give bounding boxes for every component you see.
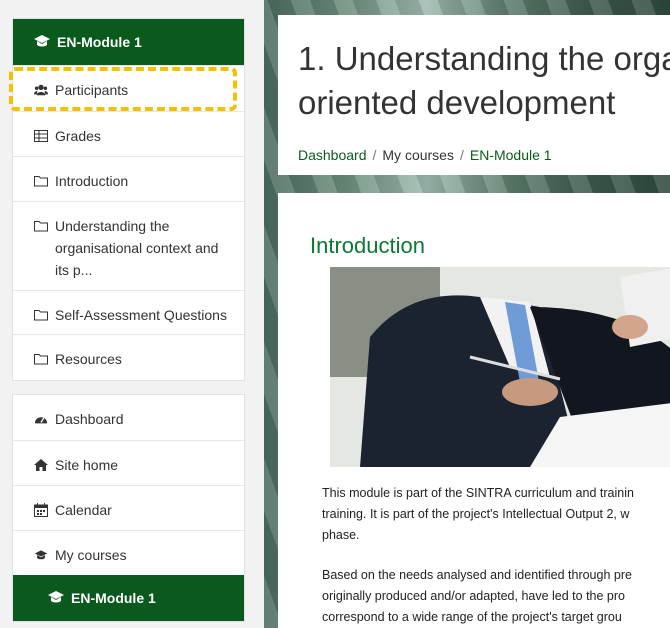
hero-image (330, 267, 670, 467)
sidebar-item-label: Introduction (55, 173, 129, 189)
sidebar-item-label: Resources (55, 351, 122, 367)
paragraph-line: Based on the needs analysed and identifi… (322, 568, 632, 582)
table-icon (33, 128, 49, 144)
home-icon (33, 457, 49, 473)
page-header: 1. Understanding the orga oriented devel… (278, 15, 670, 175)
sidebar-item-my-courses[interactable]: My courses (13, 530, 244, 575)
course-nav-block: EN-Module 1 Participants Grades Introduc… (12, 18, 245, 381)
paragraph-line: correspond to a wide range of the projec… (322, 610, 622, 624)
page-title: 1. Understanding the orga oriented devel… (298, 37, 670, 125)
site-nav-block: Dashboard Site home Calendar My courses … (12, 394, 245, 622)
graduation-cap-icon (47, 590, 65, 607)
sidebar-item-label: My courses (55, 547, 127, 563)
sidebar: EN-Module 1 Participants Grades Introduc… (0, 0, 257, 628)
sidebar-item-dashboard[interactable]: Dashboard (13, 395, 244, 440)
dashboard-icon (33, 411, 49, 427)
folder-icon (33, 173, 49, 189)
page-title-line1: 1. Understanding the orga (298, 40, 670, 77)
folder-icon (33, 307, 49, 323)
folder-icon (33, 351, 49, 367)
sidebar-item-understanding[interactable]: Understanding the organisational context… (13, 201, 244, 290)
paragraph-line: This module is part of the SINTRA curric… (322, 486, 634, 500)
main-content: 1. Understanding the orga oriented devel… (264, 0, 670, 628)
breadcrumb-my-courses[interactable]: My courses (382, 147, 454, 163)
paragraph-line: phase. (322, 528, 360, 542)
sidebar-item-label: EN-Module 1 (71, 590, 156, 606)
breadcrumb: Dashboard / My courses / EN-Module 1 (298, 147, 552, 163)
calendar-icon (33, 502, 49, 518)
intro-paragraph-1: This module is part of the SINTRA curric… (322, 483, 670, 546)
graduation-cap-icon (33, 34, 51, 51)
course-nav-header-label: EN-Module 1 (57, 34, 142, 50)
page-title-line2: oriented development (298, 84, 616, 121)
users-icon (33, 82, 49, 98)
sidebar-item-resources[interactable]: Resources (13, 334, 244, 380)
content-card: Introduction This module is part of the … (278, 193, 670, 628)
sidebar-item-label: Dashboard (55, 411, 124, 427)
sidebar-item-label: Understanding the organisational context… (55, 218, 219, 278)
section-title: Introduction (310, 233, 425, 258)
sidebar-item-site-home[interactable]: Site home (13, 440, 244, 485)
sidebar-item-label: Calendar (55, 502, 112, 518)
paragraph-line: originally produced and/or adapted, have… (322, 589, 625, 603)
breadcrumb-dashboard[interactable]: Dashboard (298, 147, 367, 163)
course-nav-header[interactable]: EN-Module 1 (13, 19, 244, 65)
folder-icon (33, 218, 49, 234)
intro-paragraph-2: Based on the needs analysed and identifi… (322, 565, 670, 628)
sidebar-item-label: Self-Assessment Questions (55, 307, 227, 323)
breadcrumb-course[interactable]: EN-Module 1 (470, 147, 552, 163)
paragraph-line: training. It is part of the project's In… (322, 507, 630, 521)
graduation-cap-icon (33, 547, 49, 563)
sidebar-item-label: Grades (55, 128, 101, 144)
sidebar-item-label: Participants (55, 82, 129, 98)
sidebar-item-grades[interactable]: Grades (13, 111, 244, 156)
sidebar-item-calendar[interactable]: Calendar (13, 485, 244, 530)
sidebar-item-active-course[interactable]: EN-Module 1 (13, 575, 244, 621)
sidebar-item-introduction[interactable]: Introduction (13, 156, 244, 201)
sidebar-item-label: Site home (55, 457, 119, 473)
sidebar-item-participants[interactable]: Participants (13, 65, 244, 111)
sidebar-item-self-assessment[interactable]: Self-Assessment Questions (13, 290, 244, 334)
